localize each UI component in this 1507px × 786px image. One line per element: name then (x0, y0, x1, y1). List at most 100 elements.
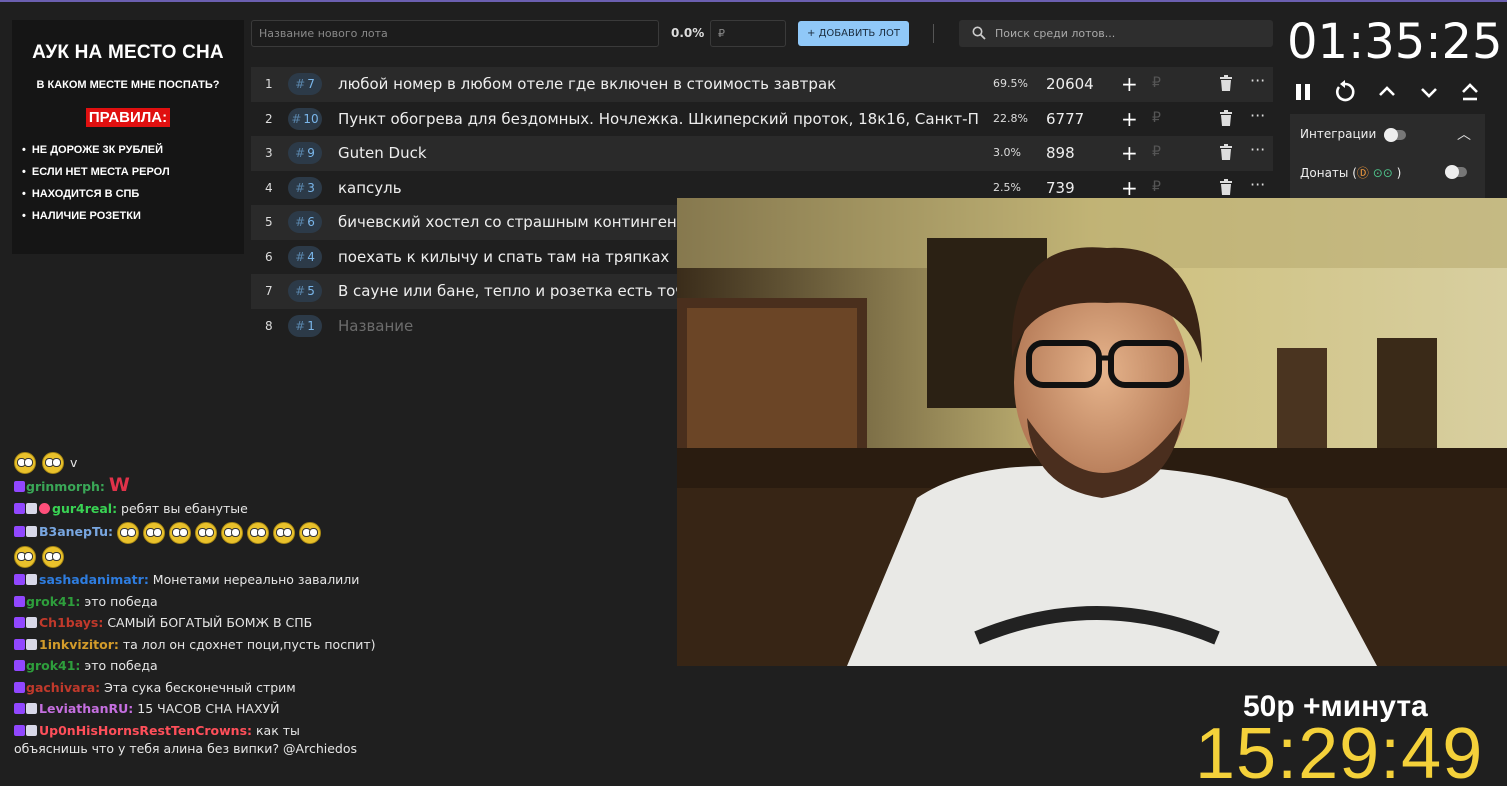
lot-position: 2 (265, 111, 273, 126)
restart-icon[interactable] (1332, 78, 1358, 106)
lot-currency[interactable]: ₽ (1152, 110, 1161, 126)
donation-service-icon: Ⓓ (1356, 166, 1369, 180)
trash-icon[interactable] (1219, 75, 1233, 91)
chat-text: САМЫЙ БОГАТЫЙ БОМЖ В СПБ (103, 615, 313, 630)
add-amount-icon[interactable]: + (1121, 141, 1138, 165)
rules-title: АУК НА МЕСТО СНА (32, 42, 224, 63)
lot-amount[interactable]: 739 (1046, 179, 1075, 197)
chat-username[interactable]: gachivara: (26, 680, 100, 695)
add-amount-icon[interactable]: + (1121, 72, 1138, 96)
add-lot-button[interactable]: + ДОБАВИТЬ ЛОТ (798, 21, 909, 46)
top-accent-line (0, 0, 1507, 2)
rule-item: НЕ ДОРОЖЕ 3К РУБЛЕЙ (22, 139, 244, 161)
donations-toggle[interactable] (1445, 165, 1467, 179)
lot-position: 4 (265, 180, 273, 195)
more-options-icon[interactable]: ··· (1250, 106, 1265, 125)
trash-icon[interactable] (1219, 144, 1233, 160)
sub-badge-icon (26, 617, 37, 628)
lot-id: 9 (307, 146, 315, 160)
lot-amount[interactable]: 898 (1046, 144, 1075, 162)
lot-percent: 2.5% (993, 180, 1021, 194)
lot-id: 3 (307, 180, 315, 195)
trash-icon[interactable] (1219, 109, 1233, 126)
new-lot-name-input[interactable]: Название нового лота (251, 20, 659, 47)
emote-icon (117, 521, 140, 544)
chevron-down-icon[interactable] (1416, 78, 1442, 106)
chat-username[interactable]: grok41: (26, 594, 80, 609)
toolbar-divider (933, 24, 934, 43)
twitch-badge-icon (14, 502, 25, 514)
lot-id: 10 (303, 111, 319, 126)
chat-emote-w: W (108, 474, 130, 496)
chat-username[interactable]: 1inkvizitor: (39, 637, 119, 652)
lot-position: 8 (265, 318, 273, 333)
sub-badge-icon (26, 526, 37, 537)
lot-id-badge: #3 (288, 176, 322, 199)
lot-id-badge: #5 (288, 280, 322, 302)
lot-id-hash: # (295, 77, 306, 91)
lot-percent: 22.8% (993, 111, 1028, 125)
lot-currency[interactable]: ₽ (1152, 75, 1161, 91)
chat-username[interactable]: Up0nHisHornsRestTenCrowns: (39, 723, 252, 738)
new-lot-amount-input[interactable]: ₽ (710, 20, 786, 47)
chat-username[interactable]: B3anepTu: (39, 524, 113, 539)
stream-timer: 15:29:49 (1195, 714, 1484, 786)
integrations-toggle[interactable] (1384, 128, 1406, 142)
lot-percent: 69.5% (993, 77, 1028, 90)
lot-row[interactable]: 3 #9 Guten Duck 3.0% 898 + ₽ ··· (251, 136, 1273, 171)
twitch-badge-icon (14, 481, 25, 492)
lot-currency[interactable]: ₽ (1152, 144, 1161, 160)
more-options-icon[interactable]: ··· (1250, 140, 1265, 159)
emote-icon (42, 451, 64, 474)
lot-name[interactable]: бичевский хостел со страшным контингенто… (338, 213, 720, 231)
sub-badge-icon (26, 574, 37, 585)
lot-id-hash: # (291, 111, 302, 126)
chat-username[interactable]: sashadanimatr: (39, 572, 149, 587)
chat-text: v (70, 454, 78, 470)
lot-row[interactable]: 2 #10 Пункт обогрева для бездомных. Ночле… (251, 102, 1273, 137)
lot-name[interactable]: Guten Duck (338, 144, 427, 162)
trash-icon[interactable] (1219, 178, 1233, 195)
chat-username[interactable]: Ch1bays: (39, 615, 103, 630)
timer-controls (1292, 78, 1482, 108)
lot-row[interactable]: 1 #7 любой номер в любом отеле где включен… (251, 67, 1273, 102)
chevron-up-icon[interactable] (1374, 78, 1400, 106)
lot-name[interactable]: поехать к килычу и спать там на тряпках (338, 248, 669, 266)
donation-service-icon-2: ⊙⊙ (1372, 166, 1393, 180)
sub-badge-icon (26, 703, 37, 714)
lot-id-badge: #9 (288, 142, 322, 164)
lot-amount[interactable]: 6777 (1046, 110, 1084, 128)
lot-search-input[interactable]: Поиск среди лотов... (959, 20, 1273, 47)
double-chevron-up-icon[interactable] (1457, 78, 1483, 106)
emote-icon (42, 545, 64, 568)
lot-amount[interactable]: 20604 (1046, 75, 1094, 93)
chat-username[interactable]: grok41: (26, 658, 80, 673)
lot-name[interactable]: В сауне или бане, тепло и розетка есть т… (338, 282, 714, 300)
chat-message: gachivara: Эта сука бесконечный стрим (14, 677, 674, 699)
chat-emote-row (14, 544, 674, 569)
more-options-icon[interactable]: ··· (1250, 71, 1265, 90)
chat-username[interactable]: gur4real: (52, 501, 117, 516)
chat-username[interactable]: grinmorph: (26, 479, 105, 494)
add-amount-icon[interactable]: + (1121, 176, 1138, 200)
add-amount-icon[interactable]: + (1121, 107, 1138, 131)
new-lot-percent: 0.0% (671, 26, 705, 40)
lot-currency[interactable]: ₽ (1152, 179, 1161, 195)
chat-text: Эта сука бесконечный стрим (100, 679, 296, 695)
lot-name[interactable]: любой номер в любом отеле где включен в … (338, 75, 836, 93)
lot-id-hash: # (295, 180, 306, 195)
pause-icon[interactable] (1292, 78, 1318, 106)
more-options-icon[interactable]: ··· (1250, 175, 1265, 194)
collapse-chevron-icon[interactable]: ︿ (1457, 124, 1471, 144)
lot-name[interactable]: капсуль (338, 179, 402, 197)
emote-icon (272, 521, 295, 544)
twitch-badge-icon (14, 595, 25, 607)
lot-id: 4 (307, 249, 315, 264)
lot-name[interactable]: Пункт обогрева для бездомных. Ночлежка. … (338, 110, 978, 128)
chat-username[interactable]: LeviathanRU: (39, 701, 133, 716)
lot-position: 7 (265, 284, 273, 298)
sub-badge-icon (26, 638, 37, 650)
lot-id-hash: # (295, 146, 306, 160)
lot-id: 1 (307, 318, 315, 333)
lot-name[interactable]: Название (338, 317, 413, 335)
